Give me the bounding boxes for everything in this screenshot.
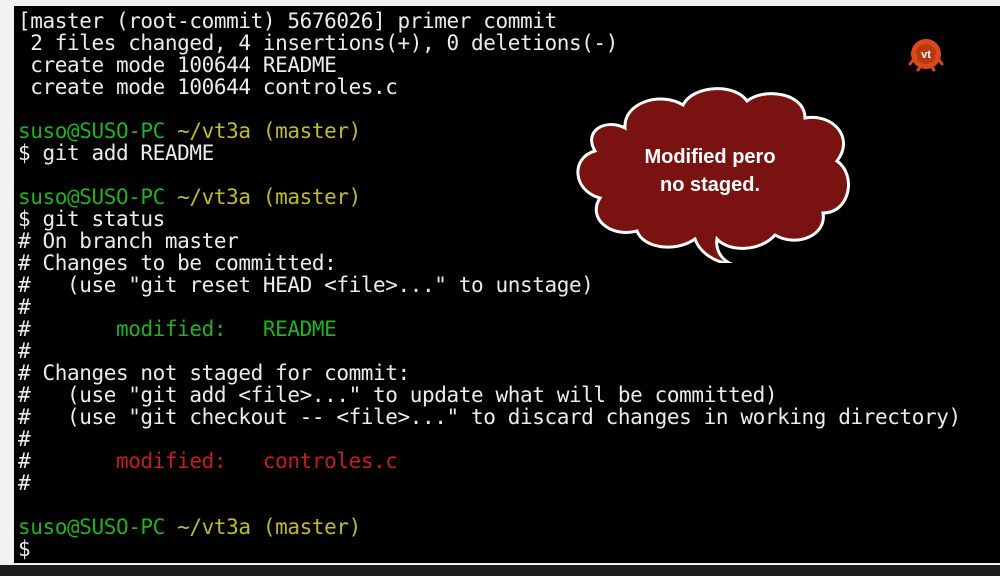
terminal-text-segment: # [18, 427, 31, 451]
terminal-text-segment: # (use "git checkout -- <file>..." to di… [18, 405, 961, 429]
terminal-line: $ [18, 538, 961, 560]
terminal-text-segment: # [18, 471, 31, 495]
terminal-text-segment: $ [18, 537, 31, 561]
terminal-text-segment: ~/vt3a (master) [177, 515, 361, 539]
terminal-line: # (use "git add <file>..." to update wha… [18, 384, 961, 406]
terminal-line: # modified: README [18, 318, 961, 340]
terminal-line: # modified: controles.c [18, 450, 961, 472]
terminal-text-segment: create mode 100644 README [18, 53, 337, 77]
vt-logo-icon: vt [900, 34, 952, 76]
terminal-text-segment: # On branch master [18, 229, 239, 253]
terminal-line: # [18, 428, 961, 450]
callout-line-2: no staged. [659, 174, 760, 196]
callout-bubble: Modified pero no staged. [565, 83, 855, 263]
terminal-text-segment: ~/vt3a (master) [177, 185, 361, 209]
terminal-line: # [18, 296, 961, 318]
terminal-line: create mode 100644 README [18, 54, 961, 76]
terminal-text-segment: ~/vt3a (master) [177, 119, 361, 143]
terminal-text-segment: $ git add README [18, 141, 214, 165]
terminal-text-segment: suso@SUSO-PC [18, 185, 178, 209]
terminal-text-segment: # [18, 449, 116, 473]
terminal-text-segment: create mode 100644 controles.c [18, 75, 398, 99]
terminal-line: # (use "git reset HEAD <file>..." to uns… [18, 274, 961, 296]
terminal-text-segment: # Changes to be committed: [18, 251, 337, 275]
terminal-text-segment: # [18, 295, 31, 319]
callout-line-1: Modified pero [644, 146, 776, 168]
terminal-text-segment: # [18, 339, 31, 363]
terminal-line: # [18, 472, 961, 494]
terminal-line: # Changes not staged for commit: [18, 362, 961, 384]
terminal-text-segment: # (use "git reset HEAD <file>..." to uns… [18, 273, 594, 297]
terminal-text-segment: suso@SUSO-PC [18, 119, 178, 143]
terminal-text-segment: # (use "git add <file>..." to update wha… [18, 383, 778, 407]
terminal-text-segment: suso@SUSO-PC [18, 515, 178, 539]
callout-text: Modified pero no staged. [565, 143, 855, 199]
terminal-line: # [18, 340, 961, 362]
terminal-text-segment: # [18, 317, 116, 341]
terminal-line: # (use "git checkout -- <file>..." to di… [18, 406, 961, 428]
terminal-text-segment: modified: README [115, 317, 337, 341]
terminal-line: [master (root-commit) 5676026] primer co… [18, 10, 961, 32]
terminal-text-segment: # Changes not staged for commit: [18, 361, 410, 385]
terminal-text-segment: 2 files changed, 4 insertions(+), 0 dele… [18, 31, 618, 55]
terminal-text-segment: [master (root-commit) 5676026] primer co… [18, 9, 557, 33]
video-bottom-bar [0, 565, 1000, 576]
terminal-line: 2 files changed, 4 insertions(+), 0 dele… [18, 32, 961, 54]
terminal-line: suso@SUSO-PC ~/vt3a (master) [18, 516, 961, 538]
terminal-text-segment: modified: controles.c [115, 449, 398, 473]
terminal-text-segment: $ git status [18, 207, 165, 231]
logo-text: vt [921, 49, 931, 61]
